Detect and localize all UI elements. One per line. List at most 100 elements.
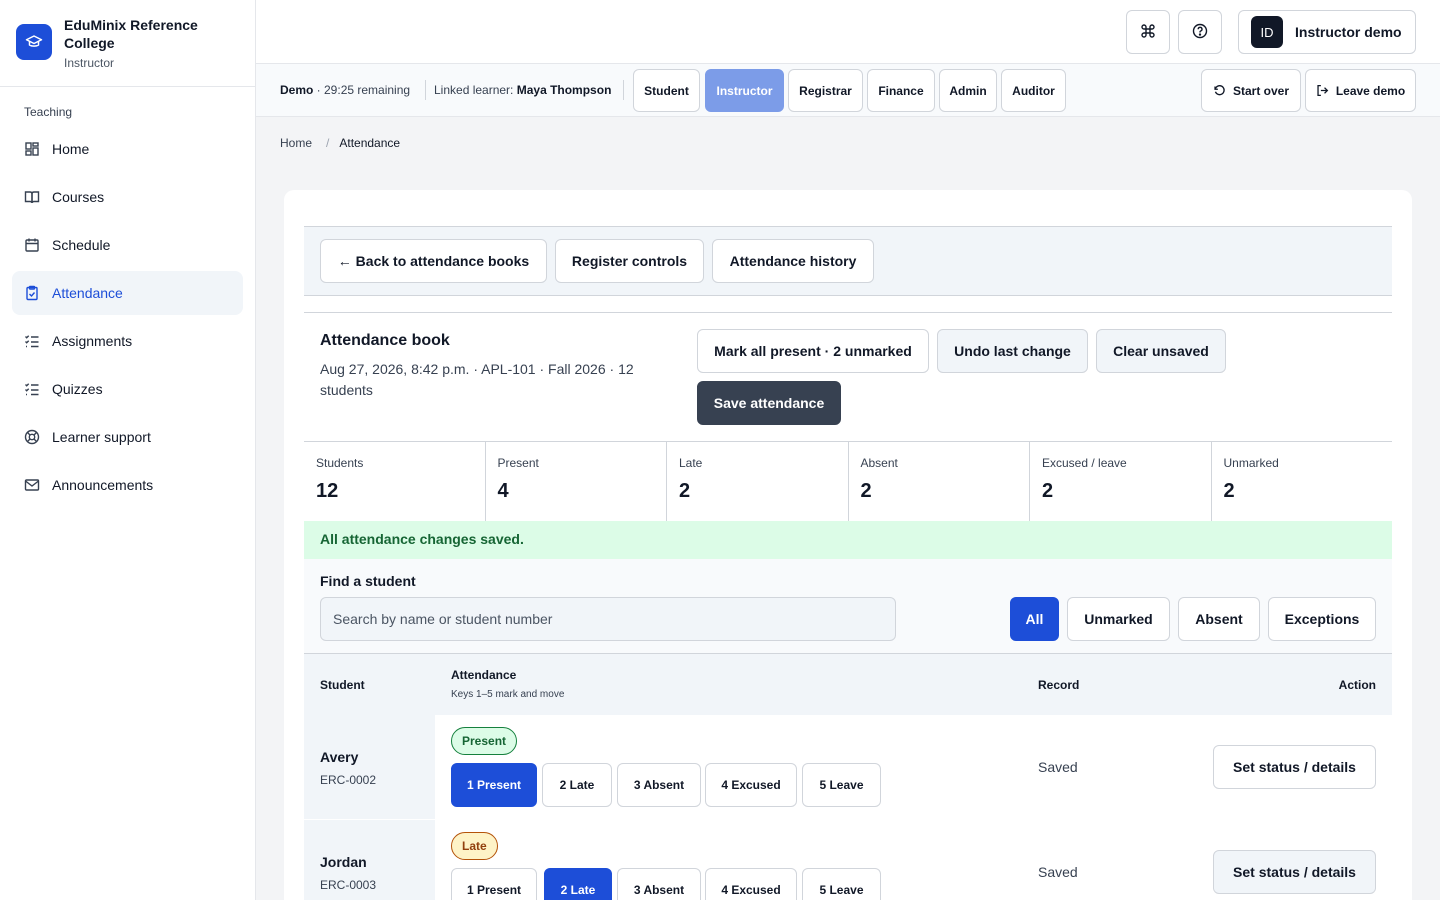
table-row: Jordan ERC-0003 Late 1 Present 2 Late 3 … [304,820,1392,900]
table-header: Student Attendance Keys 1–5 mark and mov… [304,654,1392,715]
record-status: Saved [1038,759,1078,775]
status-badge: Late [451,832,498,860]
start-over-button[interactable]: Start over [1201,69,1301,112]
stat-label: Unmarked [1223,456,1279,470]
mark-absent-option[interactable]: 3 Absent [617,868,701,900]
save-status-message: All attendance changes saved. [304,521,1392,559]
linked-learner: Linked learner: Maya Thompson [434,83,611,97]
stat-label: Excused / leave [1042,456,1127,470]
stat-label: Late [679,456,703,470]
mark-late-option[interactable]: 2 Late [542,763,612,807]
breadcrumb: Home / Attendance [280,136,400,150]
mark-all-present-button[interactable]: Mark all present · 2 unmarked [697,329,929,373]
command-icon [1140,23,1156,42]
breadcrumb-current: Attendance [339,136,401,150]
mark-late-option[interactable]: 2 Late [544,868,612,900]
sidebar-item-label: Assignments [52,333,133,349]
filter-all-button[interactable]: All [1010,597,1059,641]
student-search-input[interactable] [320,597,896,641]
stat-students: Students 12 [304,442,486,521]
undo-last-change-button[interactable]: Undo last change [937,329,1088,373]
sidebar-item-label: Learner support [52,429,151,445]
role-finance-button[interactable]: Finance [867,69,935,112]
role-auditor-button[interactable]: Auditor [1001,69,1066,112]
mark-excused-option[interactable]: 4 Excused [705,868,797,900]
student-cell: Jordan ERC-0003 [304,820,435,900]
col-action: Action [1338,678,1376,692]
role-admin-button[interactable]: Admin [939,69,997,112]
breadcrumb-separator: / [326,136,330,150]
help-button[interactable] [1178,10,1222,54]
divider [425,80,426,100]
stat-unmarked: Unmarked 2 [1212,442,1393,521]
sidebar-item-learner-support[interactable]: Learner support [12,415,243,459]
linked-learner-prefix: Linked learner: [434,83,517,97]
stat-value: 2 [1223,480,1235,502]
filter-unmarked-button[interactable]: Unmarked [1067,597,1170,641]
set-status-details-button[interactable]: Set status / details [1213,850,1376,894]
find-student-label: Find a student [320,573,416,589]
sidebar-item-schedule[interactable]: Schedule [12,223,243,267]
stat-present: Present 4 [486,442,667,521]
set-status-details-button[interactable]: Set status / details [1213,745,1376,789]
sidebar-item-label: Quizzes [52,381,103,397]
list-check-icon [24,381,40,397]
demo-remaining: · 29:25 remaining [313,83,411,97]
col-attendance: Attendance [451,668,517,682]
stat-value: 4 [497,480,509,502]
sidebar-item-attendance[interactable]: Attendance [12,271,243,315]
brand-name: EduMinix Reference College [64,17,198,51]
back-to-books-button[interactable]: ← Back to attendance books [320,239,547,283]
mark-leave-option[interactable]: 5 Leave [802,868,881,900]
stat-value: 2 [1042,480,1054,502]
demo-bar: Demo · 29:25 remaining Linked learner: M… [256,64,1440,117]
col-record: Record [1038,678,1080,692]
mark-present-option[interactable]: 1 Present [451,868,537,900]
filter-exceptions-button[interactable]: Exceptions [1268,597,1376,641]
save-attendance-button[interactable]: Save attendance [697,381,841,425]
role-registrar-button[interactable]: Registrar [788,69,863,112]
sidebar-item-assignments[interactable]: Assignments [12,319,243,363]
leave-demo-button[interactable]: Leave demo [1305,69,1416,112]
sidebar-item-label: Courses [52,189,105,205]
clear-unsaved-button[interactable]: Clear unsaved [1096,329,1226,373]
divider [623,80,624,100]
sidebar: EduMinix Reference College Instructor Te… [0,0,256,900]
stat-label: Absent [860,456,898,470]
stat-value: 2 [679,480,691,502]
attendance-history-button[interactable]: Attendance history [712,239,874,283]
command-palette-button[interactable] [1126,10,1170,54]
graduation-cap-icon [16,24,52,60]
leave-demo-label: Leave demo [1335,83,1406,98]
mark-excused-option[interactable]: 4 Excused [705,763,797,807]
brand: EduMinix Reference College Instructor [0,0,255,87]
help-circle-icon [1192,23,1208,42]
stat-label: Students [316,456,364,470]
filter-absent-button[interactable]: Absent [1178,597,1260,641]
student-number: ERC-0003 [320,878,377,892]
sidebar-item-home[interactable]: Home [12,127,243,171]
role-student-button[interactable]: Student [633,69,700,112]
record-status: Saved [1038,864,1078,880]
calendar-icon [24,237,40,253]
book-meta: Aug 27, 2026, 8:42 p.m. · APL-101 · Fall… [320,361,634,398]
stat-label: Present [497,456,539,470]
register-controls-button[interactable]: Register controls [555,239,704,283]
sidebar-item-courses[interactable]: Courses [12,175,243,219]
user-menu-button[interactable]: ID Instructor demo [1238,10,1416,54]
role-instructor-button[interactable]: Instructor [705,69,784,112]
sidebar-item-label: Attendance [52,285,123,301]
avatar: ID [1251,16,1283,48]
sidebar-item-quizzes[interactable]: Quizzes [12,367,243,411]
mark-present-option[interactable]: 1 Present [451,763,537,807]
nav-section-label: Teaching [24,105,73,119]
top-header: ID Instructor demo [256,0,1440,64]
attendance-stats: Students 12 Present 4 Late 2 Absent 2 Ex… [304,441,1392,521]
breadcrumb-home-link[interactable]: Home [280,136,312,150]
mark-leave-option[interactable]: 5 Leave [802,763,881,807]
sidebar-item-announcements[interactable]: Announcements [12,463,243,507]
mark-absent-option[interactable]: 3 Absent [617,763,701,807]
lifebuoy-icon [24,429,40,445]
log-out-icon [1317,84,1329,97]
user-name: Instructor demo [1295,24,1402,40]
